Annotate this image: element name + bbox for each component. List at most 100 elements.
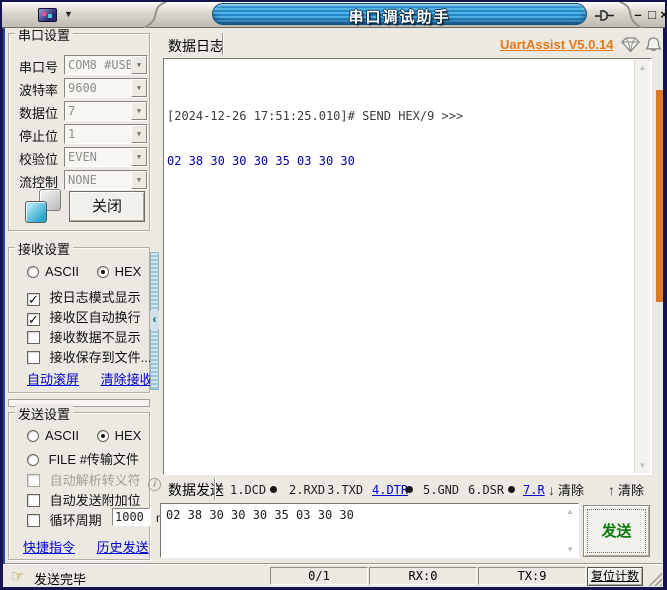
log-line-timestamp: [2024-12-26 17:51:25.010]# SEND HEX/9 >>…	[167, 109, 631, 124]
dropdown-arrow-icon[interactable]: ▼	[131, 148, 147, 166]
stop-bits-select[interactable]: 1 ▼	[64, 124, 148, 144]
history-send-link[interactable]: 历史发送	[97, 540, 149, 555]
escape-parse-checkbox	[27, 474, 40, 487]
dropdown-arrow-icon[interactable]: ▼	[131, 56, 147, 74]
pin-icon[interactable]	[594, 8, 618, 23]
reset-count-button[interactable]: 复位计数	[587, 567, 643, 586]
close-button[interactable]: ×	[658, 6, 667, 24]
receive-hex-label: HEX	[115, 264, 142, 279]
send-ascii-radio[interactable]	[27, 430, 39, 442]
baud-rate-value: 9600	[68, 81, 97, 95]
receive-option-row: 接收保存到文件...	[27, 347, 151, 366]
send-hex-radio[interactable]	[97, 430, 109, 442]
hide-received-checkbox[interactable]	[27, 331, 40, 344]
maximize-button[interactable]: □	[646, 6, 658, 24]
receive-hex-radio[interactable]	[97, 266, 109, 278]
signal-dsr-label: 6.DSR	[468, 483, 504, 497]
save-to-file-checkbox[interactable]	[27, 351, 40, 364]
quick-command-link[interactable]: 快捷指令	[23, 540, 75, 555]
data-bits-select[interactable]: 7 ▼	[64, 101, 148, 121]
clear-send-label: 清除	[618, 483, 644, 498]
send-file-radio[interactable]	[27, 454, 39, 466]
receive-option-row: 接收数据不显示	[27, 327, 141, 346]
signal-dtr-label: 4.DTR	[372, 483, 408, 497]
clear-receive-button[interactable]: ↓清除	[548, 480, 584, 499]
cycle-send-checkbox[interactable]	[27, 514, 40, 527]
hide-received-label: 接收数据不显示	[50, 330, 141, 345]
clear-send-button[interactable]: ↑清除	[608, 480, 644, 499]
send-data-input[interactable]: 02 38 30 30 30 35 03 30 30 ▲ ▼	[160, 503, 579, 558]
scroll-down-icon[interactable]: ▼	[566, 545, 574, 554]
cycle-period-input[interactable]	[112, 508, 150, 526]
signal-dot-icon	[406, 486, 413, 493]
minimize-button[interactable]: –	[632, 6, 644, 24]
send-button[interactable]: 发送	[583, 505, 650, 557]
port-open-status-icon	[25, 189, 65, 225]
collapse-arrow-icon[interactable]: ‹	[150, 311, 159, 329]
window-title: 串口调试助手	[348, 6, 450, 27]
dropdown-arrow-icon[interactable]: ▼	[131, 79, 147, 97]
data-log-area[interactable]: [2024-12-26 17:51:25.010]# SEND HEX/9 >>…	[163, 58, 652, 475]
resize-grip[interactable]	[648, 572, 662, 586]
bell-icon[interactable]	[644, 36, 663, 53]
data-bits-value: 7	[68, 104, 75, 118]
tab-data-log[interactable]: 数据日志	[168, 36, 224, 56]
clear-receive-link[interactable]: 清除接收	[101, 372, 153, 387]
version-link[interactable]: UartAssist V5.0.14	[500, 37, 613, 52]
com-port-select[interactable]: COM8 #USB ▼	[64, 55, 148, 75]
receive-mode-row: ASCII HEX	[27, 264, 141, 279]
data-bits-label: 数据位	[19, 103, 58, 122]
send-hex-label: HEX	[115, 428, 142, 443]
cycle-send-row: 循环周期 ms	[27, 510, 102, 529]
down-arrow-icon: ↓	[548, 482, 555, 498]
status-hand-icon: ☞	[11, 567, 24, 585]
flow-control-select[interactable]: NONE ▼	[64, 170, 148, 190]
baud-rate-select[interactable]: 9600 ▼	[64, 78, 148, 98]
send-button-label: 发送	[587, 509, 646, 553]
dropdown-arrow-icon[interactable]: ▼	[131, 171, 147, 189]
log-mode-checkbox[interactable]: ✓	[27, 293, 40, 306]
dropdown-arrow-icon[interactable]: ▼	[131, 125, 147, 143]
dropdown-arrow-icon[interactable]: ▼	[131, 102, 147, 120]
signal-dtr[interactable]: 4.DTR	[372, 483, 408, 497]
signal-dot-icon	[270, 486, 277, 493]
parity-select[interactable]: EVEN ▼	[64, 147, 148, 167]
scroll-up-icon[interactable]: ▲	[635, 63, 650, 72]
serial-settings-title: 串口设置	[15, 28, 73, 44]
send-input-value[interactable]: 02 38 30 30 30 35 03 30 30	[166, 508, 560, 553]
receive-settings-group: 接收设置 ASCII HEX ✓ 按日志模式显示 ✓ 接收区自动换行 接收数据不…	[8, 247, 150, 393]
serial-field-row: 停止位 1 ▼	[9, 124, 149, 144]
scroll-down-icon[interactable]: ▼	[635, 461, 650, 470]
up-arrow-icon: ↑	[608, 482, 615, 498]
app-icon[interactable]	[38, 8, 57, 22]
system-menu-caret-icon[interactable]: ▼	[64, 9, 73, 19]
receive-ascii-radio[interactable]	[27, 266, 39, 278]
status-bar: ☞ 发送完毕 0/1 RX:0 TX:9 复位计数	[3, 564, 663, 587]
send-file-label: FILE #传输文件	[49, 452, 139, 467]
receive-option-row: ✓ 按日志模式显示	[27, 287, 141, 306]
com-port-value: COM8 #USB	[68, 58, 133, 72]
signal-rts[interactable]: 7.R	[523, 483, 545, 497]
serial-settings-group: 串口设置 串口号 COM8 #USB ▼ 波特率 9600 ▼ 数据位 7 ▼ …	[8, 33, 150, 231]
auto-wrap-label: 接收区自动换行	[50, 310, 141, 325]
side-scroll-indicator[interactable]	[656, 90, 663, 302]
send-ascii-label: ASCII	[45, 428, 79, 443]
header-divider	[222, 33, 224, 55]
close-port-button[interactable]: 关闭	[69, 191, 145, 222]
send-settings-group: 发送设置 ASCII HEX FILE #传输文件 自动解析转义符 i 自动发送…	[8, 412, 150, 560]
sidebar-collapse-handle[interactable]: ‹	[150, 252, 159, 390]
auto-wrap-checkbox[interactable]: ✓	[27, 313, 40, 326]
stop-bits-value: 1	[68, 127, 75, 141]
scroll-up-icon[interactable]: ▲	[566, 507, 574, 516]
diamond-icon[interactable]	[621, 36, 640, 53]
append-bit-row: 自动发送附加位	[27, 490, 141, 509]
signal-gnd: 5.GND	[423, 483, 459, 497]
append-bit-checkbox[interactable]	[27, 494, 40, 507]
send-header-divider	[214, 478, 216, 500]
auto-scroll-link[interactable]: 自动滚屏	[27, 372, 79, 387]
log-scrollbar[interactable]: ▲ ▼	[634, 60, 650, 473]
titlebar[interactable]: ▼ 串口调试助手 – □ ×	[2, 2, 665, 28]
escape-parse-row: 自动解析转义符 i	[27, 470, 161, 491]
main-body: 串口设置 串口号 COM8 #USB ▼ 波特率 9600 ▼ 数据位 7 ▼ …	[3, 28, 663, 564]
save-to-file-label: 接收保存到文件...	[50, 350, 152, 365]
